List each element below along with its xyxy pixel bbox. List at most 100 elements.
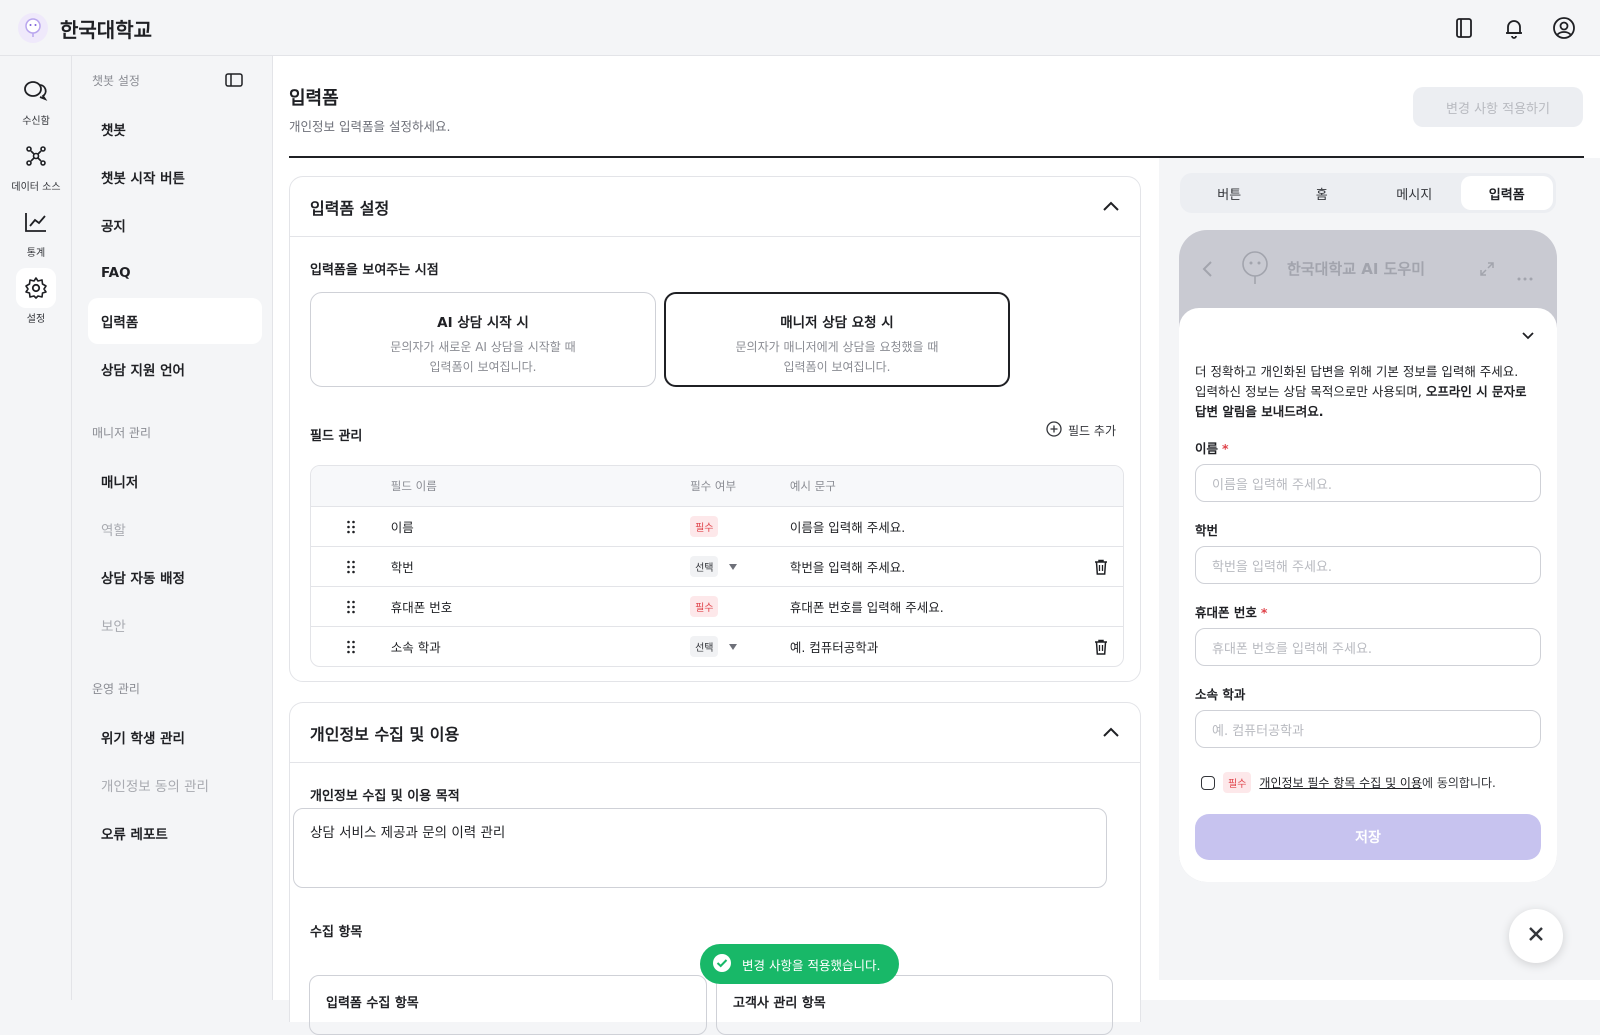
data-source-icon bbox=[16, 136, 56, 176]
sidebar-item-security[interactable]: 보안 bbox=[88, 602, 262, 648]
sidebar-group-chatbot: 챗봇 설정 bbox=[92, 74, 140, 88]
check-circle-icon bbox=[712, 953, 732, 976]
close-widget-button[interactable] bbox=[1509, 909, 1563, 963]
drag-handle-icon[interactable] bbox=[311, 640, 391, 654]
sidebar-item-languages[interactable]: 상담 지원 언어 bbox=[88, 346, 262, 392]
expand-icon[interactable] bbox=[1479, 261, 1495, 281]
table-row: 이름 필수 이름을 입력해 주세요. bbox=[311, 506, 1123, 546]
tab-button[interactable]: 버튼 bbox=[1183, 176, 1276, 210]
user-account-icon[interactable] bbox=[1550, 14, 1578, 42]
required-badge: 필수 bbox=[690, 596, 719, 617]
table-header: 필드 이름 필수 여부 예시 문구 bbox=[311, 466, 1123, 506]
consent-checkbox[interactable] bbox=[1201, 775, 1215, 790]
stats-chart-icon bbox=[16, 202, 56, 242]
student-id-input[interactable]: 학번을 입력해 주세요. bbox=[1195, 546, 1541, 584]
purpose-textarea[interactable]: 상담 서비스 제공과 문의 이력 관리 bbox=[293, 808, 1107, 888]
sidebar-item-auto-assign[interactable]: 상담 자동 배정 bbox=[88, 554, 262, 600]
required-select[interactable]: 선택 bbox=[690, 636, 790, 657]
caret-down-icon bbox=[728, 639, 738, 654]
sidebar-item-crisis-students[interactable]: 위기 학생 관리 bbox=[88, 714, 262, 760]
chevron-up-icon[interactable] bbox=[1102, 723, 1120, 742]
more-icon[interactable] bbox=[1517, 266, 1533, 285]
required-select[interactable]: 선택 bbox=[690, 556, 790, 577]
preview-panel: 버튼 홈 메시지 입력폼 한국대학교 AI 도우미 더 정확하고 개인화된 답변… bbox=[1159, 158, 1600, 980]
field-label-phone: 휴대폰 번호 * bbox=[1195, 605, 1268, 620]
sidebar-item-input-form[interactable]: 입력폼 bbox=[88, 298, 262, 344]
field-example: 휴대폰 번호를 입력해 주세요. bbox=[789, 600, 944, 615]
field-label-student-id: 학번 bbox=[1195, 523, 1219, 538]
timing-label: 입력폼을 보여주는 시점 bbox=[310, 263, 439, 278]
caret-down-icon bbox=[728, 559, 738, 574]
close-icon bbox=[1527, 925, 1545, 947]
chat-widget-preview: 한국대학교 AI 도우미 더 정확하고 개인화된 답변을 위해 기본 정보를 입… bbox=[1179, 230, 1557, 882]
sidebar-item-notice[interactable]: 공지 bbox=[88, 202, 262, 248]
rail-inbox[interactable]: 수신함 bbox=[0, 70, 72, 127]
field-label-name: 이름 * bbox=[1195, 441, 1229, 456]
field-name: 휴대폰 번호 bbox=[390, 600, 453, 615]
optional-badge: 선택 bbox=[690, 636, 719, 657]
bell-icon[interactable] bbox=[1500, 14, 1528, 42]
save-button[interactable]: 저장 bbox=[1195, 814, 1541, 860]
bot-title: 한국대학교 AI 도우미 bbox=[1287, 260, 1426, 278]
sidebar-item-error-report[interactable]: 오류 레포트 bbox=[88, 810, 262, 856]
required-badge: 필수 bbox=[1223, 772, 1252, 793]
tab-home[interactable]: 홈 bbox=[1276, 176, 1369, 210]
sidebar-collapse-icon[interactable] bbox=[225, 72, 243, 91]
field-example: 학번을 입력해 주세요. bbox=[789, 560, 906, 575]
sidebar-group-operations: 운영 관리 bbox=[92, 682, 140, 696]
preview-tabs: 버튼 홈 메시지 입력폼 bbox=[1180, 173, 1556, 213]
drag-handle-icon[interactable] bbox=[311, 520, 391, 534]
chevron-up-icon[interactable] bbox=[1102, 197, 1120, 216]
option-ai-start[interactable]: AI 상담 시작 시 문의자가 새로운 AI 상담을 시작할 때 입력폼이 보여… bbox=[310, 292, 656, 387]
back-chevron-icon[interactable] bbox=[1201, 260, 1213, 282]
privacy-header[interactable]: 개인정보 수집 및 이용 bbox=[290, 703, 1140, 763]
form-collect-items-box[interactable]: 입력폼 수집 항목 bbox=[309, 975, 707, 1035]
trash-icon[interactable] bbox=[1079, 639, 1123, 655]
add-field-button[interactable]: 필드 추가 bbox=[1046, 421, 1116, 440]
rail-stats[interactable]: 통계 bbox=[0, 202, 72, 259]
name-input[interactable]: 이름을 입력해 주세요. bbox=[1195, 464, 1541, 502]
book-icon[interactable] bbox=[1450, 14, 1478, 42]
brand-logo-icon bbox=[18, 13, 48, 43]
sidebar-item-chatbot[interactable]: 챗봇 bbox=[88, 106, 262, 152]
apply-changes-button[interactable]: 변경 사항 적용하기 bbox=[1413, 87, 1583, 127]
required-badge: 필수 bbox=[690, 516, 719, 537]
sidebar-item-manager[interactable]: 매니저 bbox=[88, 458, 262, 504]
trash-icon[interactable] bbox=[1079, 559, 1123, 575]
items-label: 수집 항목 bbox=[310, 925, 363, 940]
fields-table: 필드 이름 필수 여부 예시 문구 이름 필수 이름을 입력해 주세요. 학번 … bbox=[310, 465, 1124, 667]
form-settings-card: 입력폼 설정 입력폼을 보여주는 시점 AI 상담 시작 시 문의자가 새로운 … bbox=[289, 176, 1141, 682]
sidebar-item-role[interactable]: 역할 bbox=[88, 506, 262, 552]
tab-message[interactable]: 메시지 bbox=[1368, 176, 1461, 210]
client-managed-items-box[interactable]: 고객사 관리 항목 bbox=[716, 975, 1113, 1035]
required-star: * bbox=[1260, 605, 1268, 620]
drag-handle-icon[interactable] bbox=[311, 600, 391, 614]
sidebar-group-manager: 매니저 관리 bbox=[92, 426, 152, 440]
tab-input-form[interactable]: 입력폼 bbox=[1460, 176, 1553, 210]
field-name: 학번 bbox=[390, 560, 414, 575]
form-intro: 더 정확하고 개인화된 답변을 위해 기본 정보를 입력해 주세요. 입력하신 … bbox=[1195, 364, 1527, 419]
purpose-label: 개인정보 수집 및 이용 목적 bbox=[310, 789, 460, 804]
brand-name: 한국대학교 bbox=[60, 18, 152, 42]
form-settings-header[interactable]: 입력폼 설정 bbox=[290, 177, 1140, 237]
consent-row: 필수 개인정보 필수 항목 수집 및 이용에 동의합니다. bbox=[1201, 772, 1496, 793]
inbox-chat-icon bbox=[16, 70, 56, 110]
option-manager-request[interactable]: 매니저 상담 요청 시 문의자가 매니저에게 상담을 요청했을 때 입력폼이 보… bbox=[664, 292, 1010, 387]
optional-badge: 선택 bbox=[690, 556, 719, 577]
page-subtitle: 개인정보 입력폼을 설정하세요. bbox=[289, 119, 451, 134]
consent-link[interactable]: 개인정보 필수 항목 수집 및 이용 bbox=[1259, 776, 1422, 790]
rail-settings[interactable]: 설정 bbox=[0, 268, 72, 325]
input-form-sheet: 더 정확하고 개인화된 답변을 위해 기본 정보를 입력해 주세요. 입력하신 … bbox=[1179, 308, 1557, 882]
sidebar-item-faq[interactable]: FAQ bbox=[88, 250, 262, 296]
widget-header: 한국대학교 AI 도우미 bbox=[1179, 230, 1557, 310]
sidebar-item-chatbot-start-button[interactable]: 챗봇 시작 버튼 bbox=[88, 154, 262, 200]
drag-handle-icon[interactable] bbox=[311, 560, 391, 574]
fields-label: 필드 관리 bbox=[310, 429, 363, 444]
chevron-down-icon[interactable] bbox=[1521, 326, 1535, 345]
department-input[interactable]: 예. 컴퓨터공학과 bbox=[1195, 710, 1541, 748]
bot-avatar-icon bbox=[1239, 250, 1271, 290]
sidebar-item-privacy-consent[interactable]: 개인정보 동의 관리 bbox=[88, 762, 262, 808]
phone-input[interactable]: 휴대폰 번호를 입력해 주세요. bbox=[1195, 628, 1541, 666]
table-row: 학번 선택 학번을 입력해 주세요. bbox=[311, 546, 1123, 586]
rail-data-source[interactable]: 데이터 소스 bbox=[0, 136, 72, 193]
